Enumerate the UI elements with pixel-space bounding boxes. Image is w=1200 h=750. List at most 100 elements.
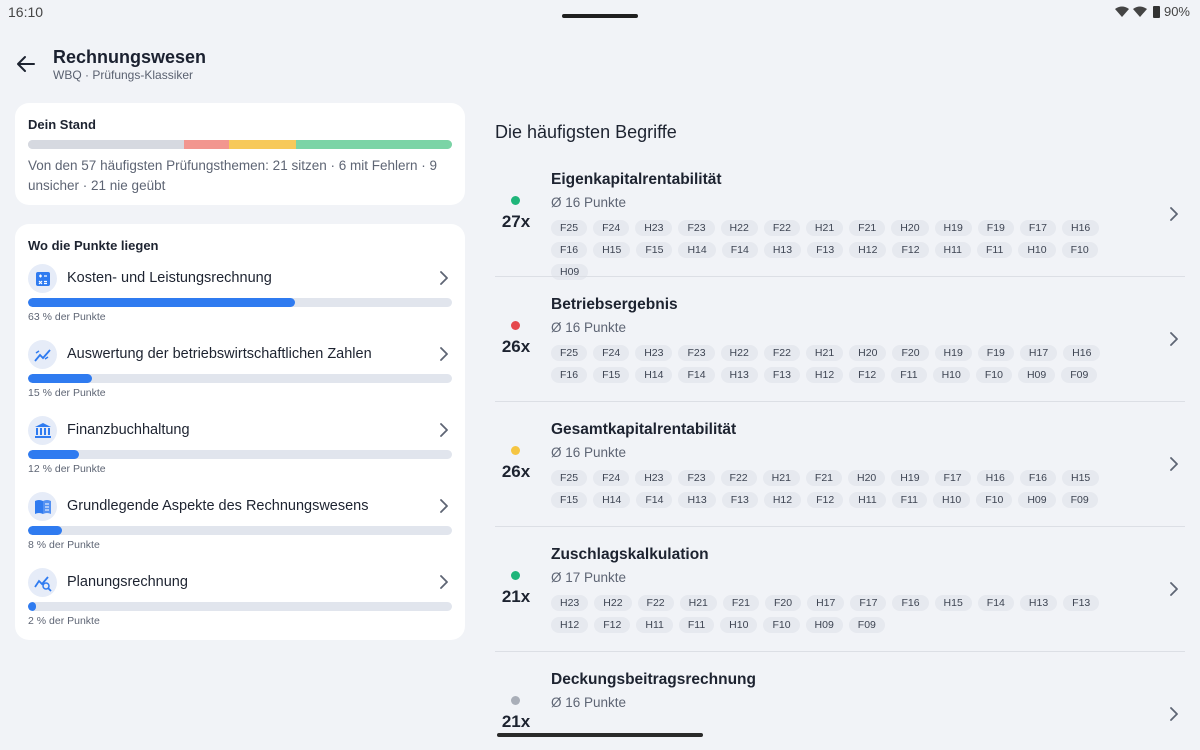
exam-chip: F15 [636,242,673,258]
term-name: Zuschlagskalkulation [551,546,709,563]
exam-chip: F11 [678,617,715,633]
exam-chip: F22 [763,220,800,236]
exam-chip: F24 [593,220,630,236]
topic-area-row[interactable]: Planungsrechnung 2 % der Punkte [15,566,465,636]
exam-chip: F09 [1061,492,1098,508]
exam-chip: F22 [763,345,800,361]
exam-chip: H20 [848,470,886,486]
trend-search-icon [28,568,57,597]
chevron-right-icon [440,499,448,513]
chevron-right-icon [1170,332,1178,346]
book-icon [28,492,57,521]
topic-area-bar-fill [28,602,37,611]
chevron-right-icon [1170,457,1178,471]
exam-chip: F25 [551,220,588,236]
exam-chip: F10 [975,367,1012,383]
exam-chip: F13 [763,367,800,383]
exam-chip: F19 [977,220,1014,236]
term-list-item[interactable]: 26x Betriebsergebnis Ø 16 Punkte F25 F24 H23 F… [495,277,1185,402]
exam-chip: H13 [763,242,802,258]
points-distribution-card: Wo die Punkte liegen Kosten- und Leistun… [15,224,465,640]
status-dot [511,321,520,330]
exam-chip: H14 [635,367,673,383]
exam-chip: F23 [678,345,715,361]
topic-area-percent: 15 % der Punkte [28,387,106,399]
exam-chip: H09 [1018,492,1056,508]
status-dot [511,696,520,705]
exam-chip: H14 [593,492,631,508]
exam-chip: H13 [678,492,716,508]
progress-segment [228,140,296,149]
bank-icon [28,416,57,445]
exam-chips: H23 H22 F22 H21 F21 F20 H17 F17 F16 H15 F14 H13 F13 H… [551,595,1136,633]
progress-segment [28,140,185,149]
exam-chip: H20 [891,220,929,236]
exam-chip: F09 [848,617,885,633]
exam-chip: F16 [551,367,588,383]
term-name: Betriebsergebnis [551,296,678,313]
term-list-item[interactable]: 21x Zuschlagskalkulation Ø 17 Punkte H23 H22… [495,527,1185,652]
exam-chip: H16 [1061,220,1100,236]
topic-area-row[interactable]: Auswertung der betriebswirtschaftlichen … [15,338,465,408]
term-count: 26x [501,337,531,356]
wifi-icon [1132,6,1147,17]
exam-chip: F11 [891,367,927,383]
chevron-right-icon [1170,707,1178,721]
exam-chip: H23 [635,470,673,486]
exam-chip: F16 [1019,470,1056,486]
chevron-right-icon [440,271,448,285]
exam-chip: H12 [763,492,802,508]
exam-chip: F10 [1061,242,1098,258]
exam-chip: F17 [934,470,971,486]
topic-area-row[interactable]: Finanzbuchhaltung 12 % der Punkte [15,414,465,484]
exam-chip: F17 [1019,220,1056,236]
exam-chip: F22 [637,595,674,611]
exam-chip: H12 [849,242,887,258]
topic-area-row[interactable]: Grundlegende Aspekte des Rechnungswesens… [15,490,465,560]
exam-chip: H10 [720,617,758,633]
topic-area-label: Grundlegende Aspekte des Rechnungswesens [67,498,369,514]
exam-chip: H17 [1019,345,1058,361]
exam-chip: F11 [891,492,927,508]
exam-chip: F09 [1061,367,1098,383]
exam-chip: H11 [849,492,886,508]
status-dot [511,446,520,455]
topic-area-bar-fill [28,450,79,459]
exam-chip: H13 [720,367,758,383]
page-title: Rechnungswesen [53,47,207,67]
battery-icon [1152,5,1160,18]
term-count: 21x [501,712,531,731]
exam-chip: H19 [891,470,929,486]
exam-chip: H22 [720,220,758,236]
chevron-right-icon [440,575,448,589]
progress-segment [295,140,452,149]
topic-area-bar [28,526,452,535]
back-arrow-icon[interactable] [14,52,38,76]
exam-chip: H09 [1017,367,1056,383]
topic-area-row[interactable]: Kosten- und Leistungsrechnung 63 % der Pu… [15,262,465,332]
term-name: Deckungsbeitragsrechnung [551,671,756,688]
topic-area-bar-fill [28,526,62,535]
term-count: 27x [501,212,531,231]
exam-chip: F13 [1063,595,1100,611]
term-list-item[interactable]: 26x Gesamtkapitalrentabilität Ø 16 Punkte F… [495,402,1185,527]
topic-area-label: Planungsrechnung [67,574,188,590]
exam-chip: F24 [593,345,630,361]
status-bar: 16:10 90% [0,0,1200,28]
chevron-right-icon [440,423,448,437]
calculator-icon [28,264,57,293]
exam-chip: H16 [976,470,1014,486]
exam-chip: F21 [805,470,842,486]
gesture-navigation-bar[interactable] [497,733,703,737]
exam-chip: H23 [551,595,589,611]
exam-chip: F10 [976,492,1013,508]
exam-chip: F24 [593,470,630,486]
chevron-right-icon [1170,207,1178,221]
exam-chip: F12 [594,617,631,633]
term-average-points: Ø 17 Punkte [551,570,627,585]
camera-notch [562,14,638,18]
exam-chip: F13 [721,492,758,508]
exam-chip: F12 [849,367,886,383]
exam-chips: F25 F24 H23 F23 H22 F22 H21 F21 H20 H19 F19 F17 H16 F… [551,220,1136,280]
term-list-item[interactable]: 27x Eigenkapitalrentabilität Ø 16 Punkte F2… [495,152,1185,280]
